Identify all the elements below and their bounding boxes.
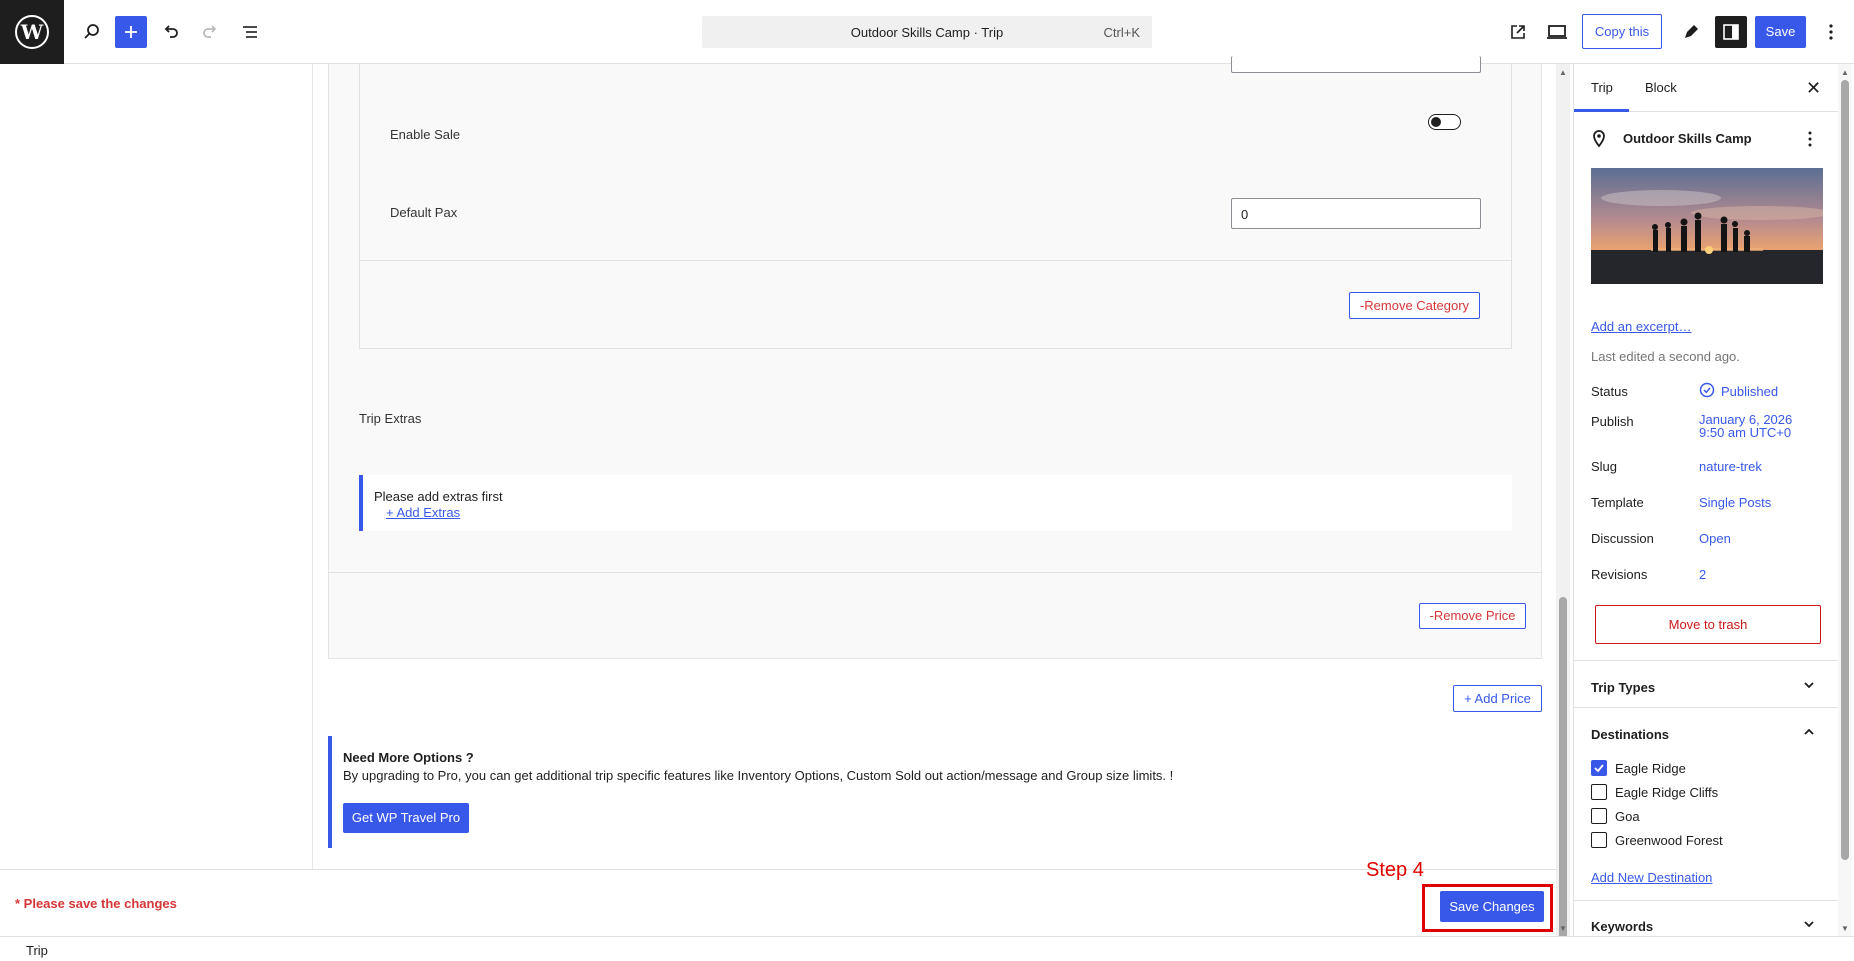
- wordpress-logo-icon[interactable]: W: [0, 0, 64, 64]
- add-extras-link[interactable]: + Add Extras: [386, 505, 460, 520]
- tab-trip[interactable]: Trip: [1591, 80, 1613, 95]
- status-label: Status: [1591, 384, 1628, 399]
- block-breadcrumb[interactable]: Trip: [26, 943, 48, 958]
- main-scroll-thumb[interactable]: [1559, 597, 1567, 961]
- destination-checkbox[interactable]: [1591, 808, 1607, 824]
- save-changes-note: * Please save the changes: [15, 896, 177, 911]
- pen-icon[interactable]: [1675, 16, 1707, 48]
- destinations-title[interactable]: Destinations: [1591, 727, 1669, 742]
- default-pax-value: 0: [1241, 207, 1249, 222]
- add-price-button[interactable]: + Add Price: [1453, 685, 1542, 712]
- enable-sale-toggle[interactable]: [1428, 114, 1461, 130]
- default-pax-label: Default Pax: [390, 205, 458, 220]
- left-gutter: [0, 64, 312, 870]
- save-changes-button[interactable]: Save Changes: [1440, 891, 1544, 922]
- more-vertical-icon[interactable]: [1807, 130, 1813, 151]
- editor-page: W Outdoor Skills Camp · Trip Ctrl+K Copy: [0, 0, 1854, 961]
- editor-top-bar: W Outdoor Skills Camp · Trip Ctrl+K Copy: [0, 0, 1854, 64]
- save-button[interactable]: Save: [1755, 16, 1806, 48]
- sidebar-divider: [1574, 707, 1838, 708]
- publish-label: Publish: [1591, 414, 1634, 429]
- scroll-down-arrow[interactable]: ▼: [1559, 924, 1567, 933]
- price-divider: [329, 572, 1541, 573]
- scroll-down-arrow[interactable]: ▼: [1841, 924, 1849, 933]
- settings-sidebar: Trip Block ✕ Outdoor Skills Camp Add an …: [1573, 64, 1838, 936]
- editor-status-bar: Trip: [0, 936, 1854, 961]
- tab-block[interactable]: Block: [1645, 80, 1677, 95]
- more-vertical-icon[interactable]: [1815, 16, 1847, 48]
- destination-label: Eagle Ridge Cliffs: [1615, 785, 1719, 800]
- featured-image[interactable]: [1591, 168, 1823, 284]
- laptop-preview-icon[interactable]: [1541, 16, 1573, 48]
- svg-text:W: W: [20, 20, 44, 44]
- undo-icon[interactable]: [155, 16, 187, 48]
- location-pin-icon: [1591, 130, 1607, 151]
- destination-checkbox[interactable]: [1591, 832, 1607, 848]
- remove-category-button[interactable]: -Remove Category: [1349, 292, 1480, 319]
- document-title: Outdoor Skills Camp · Trip: [850, 25, 1004, 40]
- close-icon[interactable]: ✕: [1806, 78, 1821, 99]
- sidebar-tabs: Trip Block ✕: [1574, 64, 1838, 112]
- extras-notice-text: Please add extras first: [374, 489, 503, 504]
- last-edited-text: Last edited a second ago.: [1591, 349, 1740, 364]
- command-palette-bar[interactable]: Outdoor Skills Camp · Trip Ctrl+K: [702, 16, 1152, 48]
- revisions-label: Revisions: [1591, 567, 1648, 582]
- destination-checkbox[interactable]: [1591, 760, 1607, 776]
- keywords-title[interactable]: Keywords: [1591, 919, 1653, 934]
- slug-label: Slug: [1591, 459, 1618, 474]
- sidebar-toggle-icon[interactable]: [1715, 16, 1747, 48]
- default-pax-input[interactable]: 0: [1231, 198, 1481, 229]
- scroll-up-arrow[interactable]: ▲: [1559, 68, 1567, 77]
- enable-sale-label: Enable Sale: [390, 127, 461, 142]
- remove-price-button[interactable]: -Remove Price: [1419, 603, 1526, 629]
- extras-notice: Please add extras first + Add Extras: [359, 475, 1512, 531]
- chevron-up-icon[interactable]: [1802, 725, 1816, 742]
- search-icon[interactable]: [76, 16, 108, 48]
- trip-extras-label: Trip Extras: [359, 411, 422, 426]
- sidebar-scroll-thumb[interactable]: [1841, 80, 1849, 860]
- template-value[interactable]: Single Posts: [1699, 495, 1771, 510]
- external-link-icon[interactable]: [1502, 16, 1534, 48]
- plus-icon[interactable]: [115, 16, 147, 48]
- destination-checkbox[interactable]: [1591, 784, 1607, 800]
- add-new-destination-link[interactable]: Add New Destination: [1591, 870, 1712, 885]
- slug-value[interactable]: nature-trek: [1699, 459, 1762, 474]
- discussion-label: Discussion: [1591, 531, 1654, 546]
- get-pro-button[interactable]: Get WP Travel Pro: [343, 803, 469, 833]
- chevron-down-icon[interactable]: [1802, 678, 1816, 695]
- price-input-partial[interactable]: [1231, 56, 1481, 73]
- status-value[interactable]: Published: [1721, 384, 1778, 399]
- upgrade-notice: Need More Options ? By upgrading to Pro,…: [328, 736, 1542, 848]
- sidebar-scrollbar[interactable]: ▲ ▼: [1838, 64, 1852, 936]
- sidebar-divider: [1574, 660, 1838, 661]
- publish-time[interactable]: 9:50 am UTC+0: [1699, 425, 1791, 440]
- destination-label: Goa: [1615, 809, 1640, 824]
- toggle-knob: [1431, 117, 1441, 127]
- template-label: Template: [1591, 495, 1644, 510]
- post-title: Outdoor Skills Camp: [1623, 131, 1752, 146]
- chevron-down-icon[interactable]: [1802, 917, 1816, 934]
- discussion-value[interactable]: Open: [1699, 531, 1731, 546]
- step-annotation: Step 4: [1366, 859, 1424, 881]
- add-excerpt-link[interactable]: Add an excerpt…: [1591, 319, 1691, 334]
- published-check-icon: [1699, 382, 1715, 401]
- command-shortcut: Ctrl+K: [1103, 25, 1140, 40]
- active-tab-indicator: [1574, 109, 1629, 112]
- upgrade-title: Need More Options ?: [343, 750, 474, 765]
- upgrade-text: By upgrading to Pro, you can get additio…: [343, 768, 1174, 783]
- copy-this-button[interactable]: Copy this: [1582, 14, 1662, 49]
- trip-types-title[interactable]: Trip Types: [1591, 680, 1655, 695]
- sidebar-divider: [1574, 900, 1838, 901]
- move-to-trash-button[interactable]: Move to trash: [1595, 605, 1821, 644]
- footer-divider: [0, 869, 1563, 870]
- main-scrollbar[interactable]: ▲ ▼: [1556, 64, 1570, 961]
- destination-label: Eagle Ridge: [1615, 761, 1686, 776]
- redo-icon[interactable]: [194, 16, 226, 48]
- revisions-value[interactable]: 2: [1699, 567, 1706, 582]
- scroll-up-arrow[interactable]: ▲: [1841, 68, 1849, 77]
- destination-label: Greenwood Forest: [1615, 833, 1723, 848]
- document-outline-icon[interactable]: [234, 16, 266, 48]
- category-divider: [360, 260, 1511, 261]
